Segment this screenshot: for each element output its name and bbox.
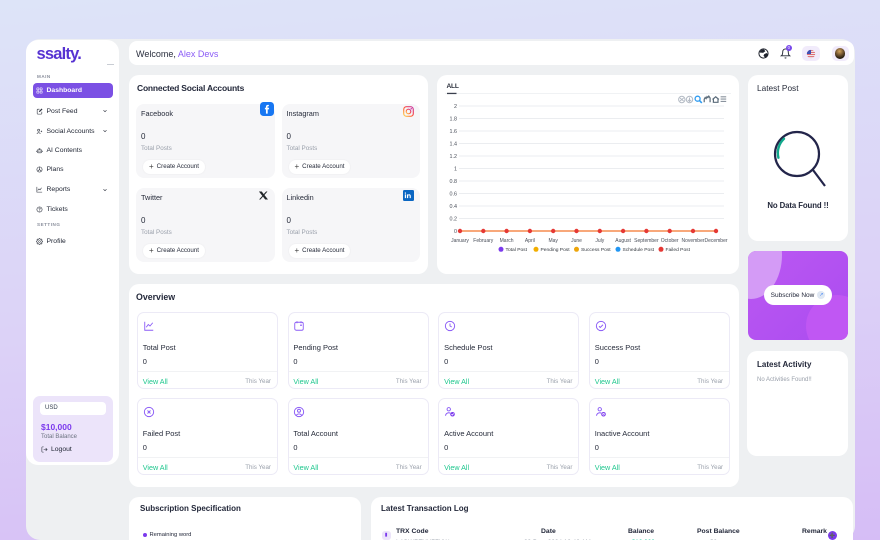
svg-text:0.6: 0.6	[450, 192, 458, 198]
svg-text:1.8: 1.8	[450, 117, 458, 123]
svg-text:0.8: 0.8	[450, 179, 458, 185]
svg-text:0.2: 0.2	[450, 217, 458, 223]
svg-text:January: January	[451, 238, 469, 244]
svg-text:February: February	[473, 238, 494, 244]
svg-text:ALL: ALL	[447, 83, 459, 90]
svg-text:October: October	[661, 238, 679, 244]
svg-text:September: September	[634, 238, 659, 244]
svg-text:April: April	[525, 238, 535, 244]
svg-text:2: 2	[454, 104, 457, 110]
svg-text:1.2: 1.2	[450, 154, 458, 160]
svg-text:August: August	[615, 238, 631, 244]
svg-text:May: May	[548, 238, 558, 244]
svg-text:Success Post: Success Post	[581, 247, 611, 253]
svg-text:November: November	[681, 238, 704, 244]
svg-text:Pending Post: Pending Post	[541, 247, 571, 253]
svg-text:1: 1	[454, 167, 457, 173]
svg-text:Schedule Post: Schedule Post	[623, 247, 655, 253]
svg-text:1.6: 1.6	[450, 129, 458, 135]
svg-text:December: December	[704, 238, 727, 244]
svg-text:Failed Post: Failed Post	[666, 247, 691, 253]
svg-text:0: 0	[454, 229, 457, 235]
svg-text:1.4: 1.4	[450, 142, 458, 148]
svg-text:March: March	[500, 238, 514, 244]
svg-text:June: June	[571, 238, 582, 244]
svg-text:0.4: 0.4	[450, 204, 458, 210]
svg-text:July: July	[595, 238, 604, 244]
svg-text:Total Post: Total Post	[506, 247, 528, 253]
